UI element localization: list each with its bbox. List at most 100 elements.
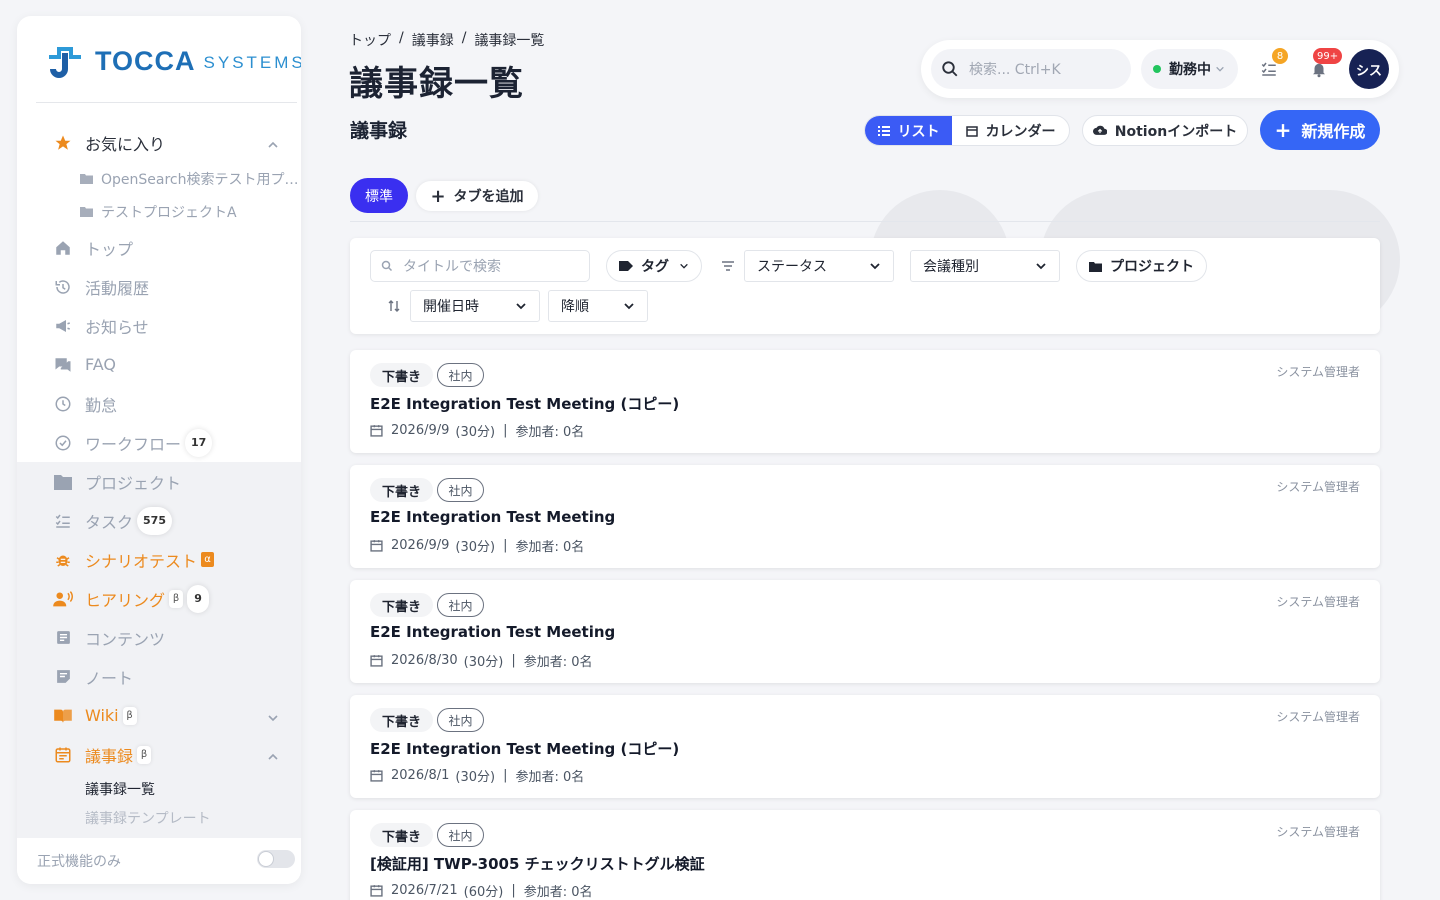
meeting-duration: (30分): [455, 425, 496, 440]
participant-count: 参加者: 0名: [523, 885, 593, 900]
work-status-label: 勤務中: [1169, 62, 1211, 78]
user-avatar[interactable]: シス: [1349, 49, 1389, 89]
meeting-title[interactable]: E2E Integration Test Meeting (コピー): [370, 738, 679, 759]
title-search-input[interactable]: タイトルで検索: [370, 250, 590, 282]
add-tab-button[interactable]: + タブを追加: [416, 181, 538, 211]
filter-panel: タイトルで検索 タグ ステータス 会議種別 プロジェクト 開催日時 降順: [350, 238, 1380, 334]
sort-field-select[interactable]: 開催日時: [410, 290, 540, 322]
sort-field-value: 開催日時: [423, 299, 479, 315]
sort-order-value: 降順: [561, 299, 589, 315]
chevron-up-icon[interactable]: [267, 748, 279, 767]
chevron-down-icon: [1215, 64, 1225, 74]
sidebar-item-workflow[interactable]: ワークフロー 17: [17, 423, 301, 462]
sidebar-item-label: お知らせ: [85, 317, 149, 337]
sidebar-item-favorites[interactable]: お気に入り: [17, 123, 301, 162]
calendar-icon: [370, 654, 383, 667]
participant-count: 参加者: 0名: [515, 540, 585, 555]
sidebar-favorite-item[interactable]: OpenSearch検索テスト用プ…: [17, 162, 301, 195]
brand-logo[interactable]: TOCCA SYSTEMS: [47, 43, 301, 79]
create-new-button[interactable]: + 新規作成: [1260, 110, 1380, 150]
clock-icon: [53, 394, 73, 414]
calendar-view-button[interactable]: カレンダー: [952, 116, 1069, 145]
status-badge: 下書き: [370, 363, 434, 387]
meeting-duration: (30分): [463, 655, 504, 670]
sidebar-favorite-item[interactable]: テストプロジェクトA: [17, 195, 301, 228]
owner-name: システム管理者: [1276, 595, 1360, 609]
participant-count: 参加者: 0名: [515, 425, 585, 440]
meeting-card[interactable]: 下書き 社内 システム管理者 E2E Integration Test Meeting…: [350, 580, 1380, 683]
owner-name: システム管理者: [1276, 825, 1360, 839]
sidebar-item-scenario-test[interactable]: シナリオテスト α: [17, 540, 301, 579]
sidebar-item-activity[interactable]: 活動履歴: [17, 267, 301, 306]
sidebar-item-wiki[interactable]: Wiki β: [17, 696, 301, 735]
meeting-card[interactable]: 下書き 社内 システム管理者 E2E Integration Test Meeting…: [350, 695, 1380, 798]
sidebar-item-faq[interactable]: FAQ: [17, 345, 301, 384]
breadcrumb-separator: /: [461, 30, 467, 46]
tocca-logo-icon: [49, 47, 81, 78]
meeting-title[interactable]: E2E Integration Test Meeting: [370, 508, 615, 526]
search-icon: [381, 260, 393, 272]
calendar-icon: [370, 884, 383, 897]
tasks-button[interactable]: 8: [1258, 48, 1288, 80]
sidebar-item-minutes[interactable]: 議事録 β: [17, 735, 301, 774]
calendar-icon: [370, 769, 383, 782]
plus-icon: +: [430, 185, 446, 207]
sidebar-item-label: プロジェクト: [85, 473, 182, 493]
tab-standard[interactable]: 標準: [350, 178, 408, 213]
sidebar-item-label: OpenSearch検索テスト用プ…: [101, 171, 299, 188]
official-only-toggle[interactable]: [257, 850, 295, 868]
global-search-input[interactable]: 検索... Ctrl+K: [931, 49, 1131, 89]
meeting-title[interactable]: E2E Integration Test Meeting: [370, 623, 615, 641]
meeting-card[interactable]: 下書き 社内 システム管理者 E2E Integration Test Meeting…: [350, 465, 1380, 568]
sidebar-item-label: トップ: [85, 239, 134, 259]
plus-icon: +: [1274, 118, 1292, 142]
sidebar-item-top[interactable]: トップ: [17, 228, 301, 267]
folder-icon: [53, 472, 73, 492]
sidebar-item-hearing[interactable]: ヒアリング β 9: [17, 579, 301, 618]
filter-icon: [718, 256, 738, 276]
meeting-title[interactable]: [検証用] TWP-3005 チェックリストトグル検証: [370, 853, 705, 874]
meta-separator: |: [503, 768, 508, 783]
create-new-label: 新規作成: [1301, 122, 1366, 141]
meeting-meta: 2026/9/9 (30分) | 参加者: 0名: [370, 536, 584, 555]
meeting-type-select-value: 会議種別: [923, 259, 979, 275]
project-filter-button[interactable]: プロジェクト: [1076, 250, 1207, 282]
work-status-dropdown[interactable]: 勤務中: [1141, 49, 1238, 89]
sidebar-item-label: 勤怠: [85, 395, 118, 415]
sidebar-subitem-minutes-list[interactable]: 議事録一覧: [17, 774, 301, 803]
megaphone-icon: [53, 316, 73, 336]
sidebar-item-tasks[interactable]: タスク 575: [17, 501, 301, 540]
sidebar-item-attendance[interactable]: 勤怠: [17, 384, 301, 423]
folder-icon: [1089, 261, 1102, 272]
notifications-button[interactable]: 99+: [1308, 48, 1343, 80]
tag-filter-button[interactable]: タグ: [606, 250, 702, 282]
meeting-meta: 2026/9/9 (30分) | 参加者: 0名: [370, 421, 584, 440]
sidebar-item-announcements[interactable]: お知らせ: [17, 306, 301, 345]
chevron-down-icon: [679, 261, 689, 271]
tag-icon: [619, 261, 633, 271]
sidebar-item-notes[interactable]: ノート: [17, 657, 301, 696]
breadcrumb-top[interactable]: トップ: [349, 30, 391, 50]
notion-import-button[interactable]: Notionインポート: [1082, 115, 1248, 146]
breadcrumb-minutes[interactable]: 議事録: [412, 30, 454, 50]
sidebar-item-label: シナリオテスト: [85, 551, 198, 571]
meeting-meta: 2026/8/1 (30分) | 参加者: 0名: [370, 766, 584, 785]
status-select[interactable]: ステータス: [744, 250, 894, 282]
chevron-up-icon[interactable]: [267, 136, 279, 155]
meeting-title[interactable]: E2E Integration Test Meeting (コピー): [370, 393, 679, 414]
meeting-date: 2026/7/21: [391, 883, 458, 898]
list-view-button[interactable]: リスト: [865, 116, 953, 145]
meeting-card[interactable]: 下書き 社内 システム管理者 E2E Integration Test Meeting…: [350, 350, 1380, 453]
sort-order-select[interactable]: 降順: [548, 290, 648, 322]
sidebar-divider: [36, 102, 297, 103]
tasks-count-badge: 575: [137, 506, 172, 535]
chevron-down-icon: [623, 300, 635, 312]
sidebar-subitem-minutes-template[interactable]: 議事録テンプレート: [17, 803, 301, 832]
tag-filter-label: タグ: [641, 259, 669, 275]
page-title: 議事録一覧: [349, 64, 524, 104]
meeting-card[interactable]: 下書き 社内 システム管理者 [検証用] TWP-3005 チェックリストトグル検証 2…: [350, 810, 1380, 900]
chevron-down-icon[interactable]: [267, 709, 279, 728]
sidebar-item-contents[interactable]: コンテンツ: [17, 618, 301, 657]
sidebar-item-projects[interactable]: プロジェクト: [17, 462, 301, 501]
meeting-type-select[interactable]: 会議種別: [910, 250, 1060, 282]
